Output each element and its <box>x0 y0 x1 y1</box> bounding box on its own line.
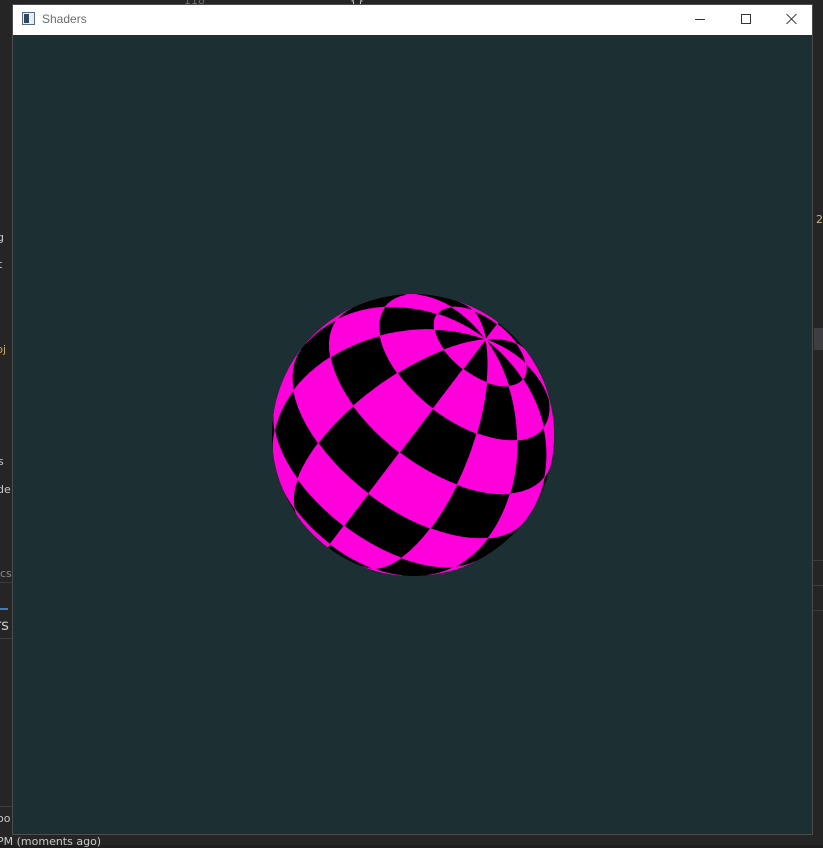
bg-text-fragment: bj <box>0 343 6 356</box>
bg-text-fragment: rs <box>0 616 9 634</box>
maximize-button[interactable] <box>723 5 769 35</box>
checker-tile <box>503 449 511 459</box>
bg-text-fragment: s <box>0 455 4 468</box>
window-title: Shaders <box>42 12 87 26</box>
shaders-window: Shaders <box>12 4 813 835</box>
app-icon <box>22 12 35 25</box>
minimize-icon <box>695 19 705 20</box>
title-bar[interactable]: Shaders <box>13 5 812 35</box>
checker-tile <box>510 450 517 459</box>
close-button[interactable] <box>769 5 815 35</box>
bg-text-fragment: t <box>0 258 2 271</box>
close-icon <box>786 13 798 25</box>
sphere-render <box>13 35 812 834</box>
bg-divider <box>813 585 823 586</box>
minimize-button[interactable] <box>677 5 723 35</box>
bg-text-fragment: r.cs <box>0 567 12 580</box>
checker-tile <box>487 374 491 383</box>
checker-tile <box>517 430 523 440</box>
bg-divider <box>0 806 12 807</box>
checker-tile <box>511 440 518 449</box>
bg-divider <box>0 638 12 639</box>
checker-tile <box>504 440 511 450</box>
bg-divider <box>813 560 823 561</box>
bg-text-fragment: oo <box>0 812 10 825</box>
bg-active-tab-indicator <box>0 608 8 610</box>
bg-divider <box>813 610 823 611</box>
checkered-sphere <box>272 294 554 576</box>
bg-text-fragment: g <box>0 231 4 244</box>
checker-tile <box>497 439 505 449</box>
checker-tile <box>507 468 516 477</box>
bg-divider <box>0 582 12 583</box>
checker-tile <box>509 459 517 468</box>
bg-scrollbar-thumb <box>814 328 823 350</box>
bg-text-fragment: 2 <box>816 213 823 226</box>
render-viewport[interactable] <box>13 35 812 834</box>
bg-text-status: PM (moments ago) <box>0 835 101 848</box>
maximize-icon <box>741 14 751 24</box>
bg-text-fragment: de <box>0 483 11 496</box>
